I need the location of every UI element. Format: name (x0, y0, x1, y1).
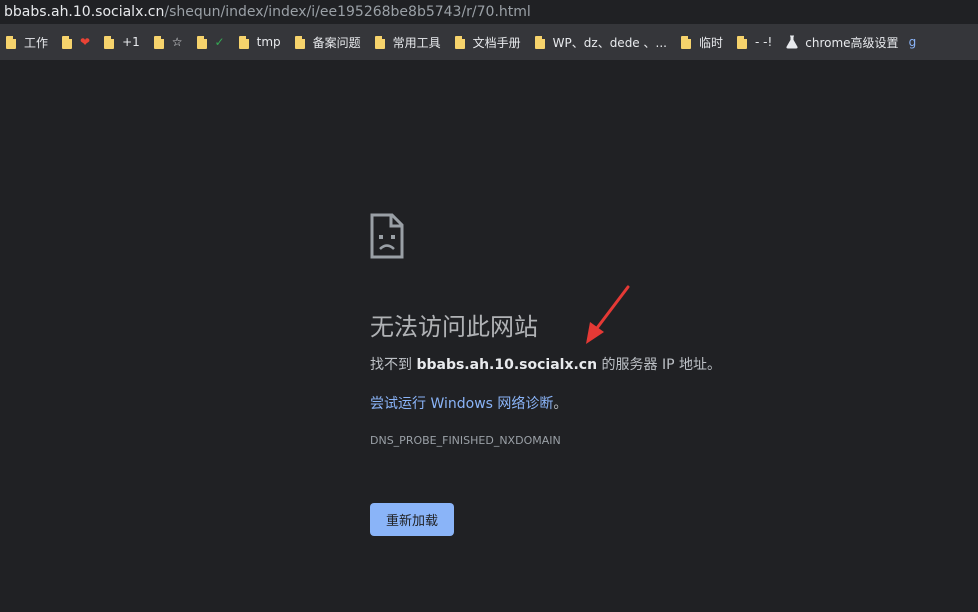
folder-icon (534, 34, 546, 49)
bookmark-label: 临时 (698, 35, 723, 50)
bookmark-label: 工作 (24, 35, 49, 50)
bookmark-star[interactable]: ☆ (152, 29, 189, 55)
bookmark-chrome-settings[interactable]: chrome高级设置 (784, 29, 904, 55)
url-host: bbabs.ah.10.socialx.cn (4, 4, 165, 20)
bookmark-label: - -! (754, 35, 773, 49)
folder-icon (104, 34, 116, 49)
bookmark-tools[interactable]: 常用工具 (373, 29, 447, 55)
annotation-arrow-icon (586, 285, 630, 344)
folder-icon (153, 34, 165, 49)
heart-icon: ❤ (80, 35, 91, 49)
suggest-suffix: 。 (553, 396, 568, 412)
error-content: 无法访问此网站 找不到 bbabs.ah.10.socialx.cn 的服务器 … (370, 213, 930, 536)
desc-prefix: 找不到 (370, 357, 417, 373)
bookmark-work[interactable]: 工作 (4, 29, 54, 55)
bookmark-label: 备案问题 (312, 35, 361, 50)
folder-icon (736, 34, 748, 49)
reload-button[interactable]: 重新加载 (370, 503, 454, 536)
folder-icon (196, 34, 208, 49)
bookmark-docs[interactable]: 文档手册 (453, 29, 527, 55)
url-path: /shequn/index/index/i/ee195268be8b5743/r… (164, 4, 531, 20)
bookmark-overflow[interactable]: g (909, 35, 917, 49)
check-icon: ✓ (214, 35, 225, 49)
network-diagnostics-link[interactable]: 尝试运行 Windows 网络诊断 (370, 396, 553, 412)
error-suggestion: 尝试运行 Windows 网络诊断。 (370, 393, 567, 413)
folder-icon (294, 34, 306, 49)
bookmark-temp[interactable]: 临时 (679, 29, 729, 55)
bookmark-label: 文档手册 (472, 35, 521, 50)
star-icon: ☆ (171, 35, 183, 49)
bookmark-wp[interactable]: WP、dz、dede 、... (533, 29, 673, 55)
bookmark-label: tmp (256, 35, 281, 49)
folder-icon (680, 34, 692, 49)
bookmark-label: 常用工具 (392, 35, 441, 50)
bookmark-heart[interactable]: ❤ (60, 29, 96, 55)
sad-page-icon (370, 213, 404, 259)
bookmark-beian[interactable]: 备案问题 (293, 29, 367, 55)
address-bar[interactable]: bbabs.ah.10.socialx.cn/shequn/index/inde… (0, 0, 978, 24)
bookmark-tmp[interactable]: tmp (237, 29, 287, 55)
bookmark-check[interactable]: ✓ (195, 29, 231, 55)
folder-icon (454, 34, 466, 49)
bookmark-label: +1 (122, 35, 140, 49)
folder-icon (6, 34, 17, 49)
bookmark-dash[interactable]: - -! (735, 29, 778, 55)
bookmarks-bar: 工作 ❤ +1 ☆ ✓ tmp 备案问题 常用工具 文档手册 WP、dz、ded… (0, 24, 978, 60)
desc-host: bbabs.ah.10.socialx.cn (416, 357, 598, 373)
bookmark-plus-one[interactable]: +1 (102, 29, 146, 55)
error-code: DNS_PROBE_FINISHED_NXDOMAIN (370, 434, 561, 447)
flask-icon (786, 35, 798, 49)
bookmark-label: WP、dz、dede 、... (552, 35, 667, 50)
folder-icon (374, 34, 386, 49)
bookmark-label: chrome高级设置 (805, 35, 899, 50)
folder-icon (238, 34, 250, 49)
desc-suffix: 的服务器 IP 地址。 (597, 357, 721, 373)
error-description: 找不到 bbabs.ah.10.socialx.cn 的服务器 IP 地址。 (370, 354, 721, 374)
error-title: 无法访问此网站 (370, 313, 538, 341)
folder-icon (62, 34, 74, 49)
